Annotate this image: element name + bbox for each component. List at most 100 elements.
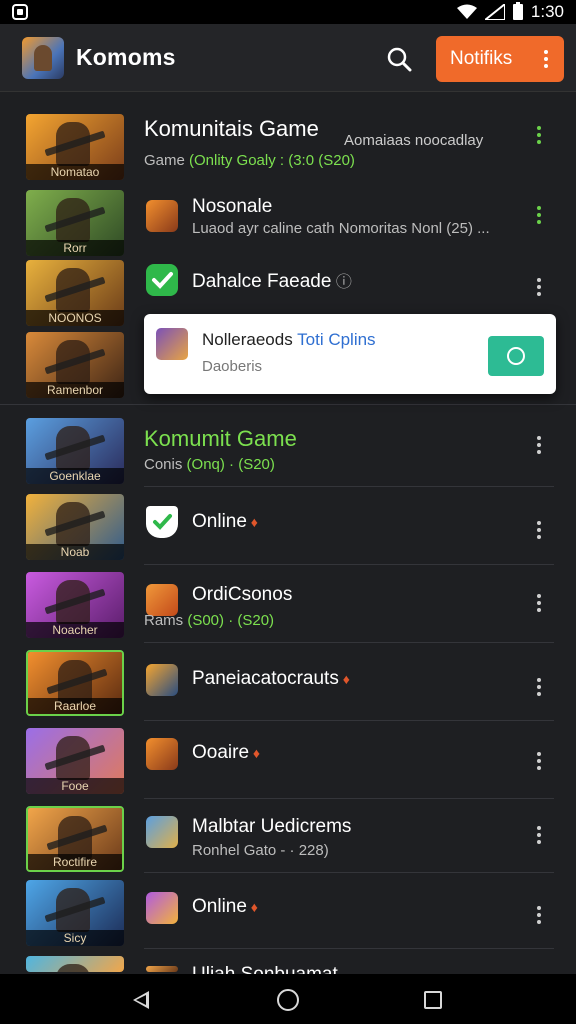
subtitle-status: (S00) · (S20) (187, 612, 275, 629)
item-title-text: Komumit Game (144, 426, 297, 451)
flame-icon: ♦ (246, 899, 258, 915)
more-options-icon[interactable] (534, 278, 544, 298)
notification-popup-card[interactable]: Nolleraeods Toti Cplins Daoberis (144, 314, 556, 394)
app-header: Komoms Notifiks (0, 24, 576, 92)
game-app-icon (146, 200, 178, 232)
more-vert-icon[interactable] (544, 50, 548, 68)
thumbnail-caption: NOONOS (26, 310, 124, 326)
popup-title-link[interactable]: Toti Cplins (297, 330, 375, 349)
item-title-text: Malbtar Uedicrems (192, 816, 352, 837)
game-thumbnail[interactable] (26, 956, 124, 972)
popup-title: Nolleraeods Toti Cplins (202, 330, 376, 350)
popup-title-prefix: Nolleraeods (202, 330, 298, 349)
item-title-text: Online (192, 896, 247, 917)
game-app-icon (146, 966, 178, 972)
game-thumbnail[interactable]: Rorr (26, 190, 124, 256)
row-divider (144, 486, 554, 487)
item-title[interactable]: Online ♦ (192, 896, 258, 918)
item-subtitle: Luaod ayr caline cath Nomoritas Nonl (25… (192, 220, 490, 237)
game-thumbnail[interactable]: Raarloe (26, 650, 124, 716)
thumbnail-caption: Roctifire (28, 854, 122, 870)
more-options-icon[interactable] (534, 521, 544, 541)
notifications-button-label: Notifiks (450, 48, 513, 69)
item-title[interactable]: Paneiacatocrauts ♦ (192, 668, 350, 690)
game-app-icon (146, 738, 178, 770)
more-options-icon[interactable] (534, 436, 544, 456)
more-options-icon[interactable] (534, 906, 544, 926)
notifications-button[interactable]: Notifiks (436, 36, 564, 82)
thumbnail-caption: Noab (26, 544, 124, 560)
more-options-icon[interactable] (534, 752, 544, 772)
recents-icon[interactable] (424, 991, 442, 1009)
game-thumbnail[interactable]: Goenklae (26, 418, 124, 484)
item-subtitle: Ronhel Gato - · 228) (192, 842, 329, 859)
item-subtitle: Rams (S00) · (S20) (144, 612, 274, 629)
thumbnail-caption: Goenklae (26, 468, 124, 484)
app-logo (22, 36, 64, 79)
item-title[interactable]: Dahalce Faeade ⓘ (192, 268, 352, 293)
power-icon (507, 347, 525, 365)
battery-icon (512, 2, 523, 20)
item-title-text: Komunitais Game (144, 116, 319, 141)
thumbnail-caption: Ramenbor (26, 382, 124, 398)
row-divider (144, 564, 554, 565)
item-title[interactable]: Komunitais Game (144, 116, 319, 142)
game-app-icon (146, 664, 178, 696)
subtitle-prefix: Rams (144, 612, 188, 629)
item-title-text: Nosonale (192, 196, 273, 217)
thumbnail-caption: Sicy (26, 930, 124, 946)
thumbnail-caption: Rorr (26, 240, 124, 256)
system-nav-bar (0, 974, 576, 1024)
search-icon[interactable] (386, 46, 412, 72)
thumbnail-caption: Raarloe (28, 698, 122, 714)
more-options-icon[interactable] (534, 826, 544, 846)
item-title[interactable]: OrdiCsonos (192, 584, 292, 606)
home-icon[interactable] (277, 989, 299, 1011)
item-title[interactable]: Nosonale (192, 196, 272, 218)
item-title-text: Paneiacatocrauts (192, 668, 339, 689)
game-app-icon (146, 892, 178, 924)
thumbnail-caption: Noacher (26, 622, 124, 638)
item-title[interactable]: Malbtar Uedicrems (192, 816, 351, 838)
popup-action-button[interactable] (488, 336, 544, 376)
item-title[interactable]: Online ♦ (192, 511, 258, 533)
popup-subtitle: Daoberis (202, 358, 263, 375)
game-thumbnail[interactable]: Ramenbor (26, 332, 124, 398)
game-thumbnail[interactable]: Noacher (26, 572, 124, 638)
subtitle-status: (Onlity Goaly : (3:0 (S20) (189, 152, 355, 169)
verified-check-icon (146, 264, 178, 296)
game-thumbnail[interactable]: Nomatao (26, 114, 124, 180)
item-subtitle: Conis (Onq) · (S20) (144, 456, 275, 473)
game-thumbnail[interactable]: Fooe (26, 728, 124, 794)
thumbnail-caption: Nomatao (26, 164, 124, 180)
row-divider (144, 798, 554, 799)
item-title-text: Dahalce Faeade (192, 271, 332, 292)
status-time: 1:30 (530, 2, 564, 21)
game-thumbnail[interactable]: Noab (26, 494, 124, 560)
info-icon[interactable]: ⓘ (331, 274, 352, 291)
flame-icon: ♦ (249, 745, 261, 761)
more-options-icon[interactable] (534, 206, 544, 226)
row-divider (144, 872, 554, 873)
subtitle-prefix: Game (144, 152, 190, 169)
game-thumbnail[interactable]: Sicy (26, 880, 124, 946)
status-bar: 1:30 (0, 0, 576, 24)
item-title-text: Ooaire (192, 742, 250, 763)
more-options-icon[interactable] (534, 594, 544, 614)
item-tagline: Aomaiaas noocadlay (344, 132, 484, 149)
thumbnail-caption: Fooe (26, 778, 124, 794)
flame-icon: ♦ (246, 514, 258, 530)
subtitle-prefix: Conis (144, 456, 187, 473)
more-options-icon[interactable] (534, 678, 544, 698)
game-thumbnail[interactable]: NOONOS (26, 260, 124, 326)
item-title[interactable]: Komumit Game (144, 426, 297, 452)
signal-icon (484, 4, 505, 20)
row-divider (144, 642, 554, 643)
back-icon[interactable] (133, 991, 149, 1009)
more-options-icon[interactable] (534, 126, 544, 146)
item-title[interactable]: Ooaire ♦ (192, 742, 260, 764)
game-thumbnail[interactable]: Roctifire (26, 806, 124, 872)
row-divider (144, 948, 554, 949)
section-divider (0, 404, 576, 405)
flame-icon: ♦ (338, 671, 350, 687)
